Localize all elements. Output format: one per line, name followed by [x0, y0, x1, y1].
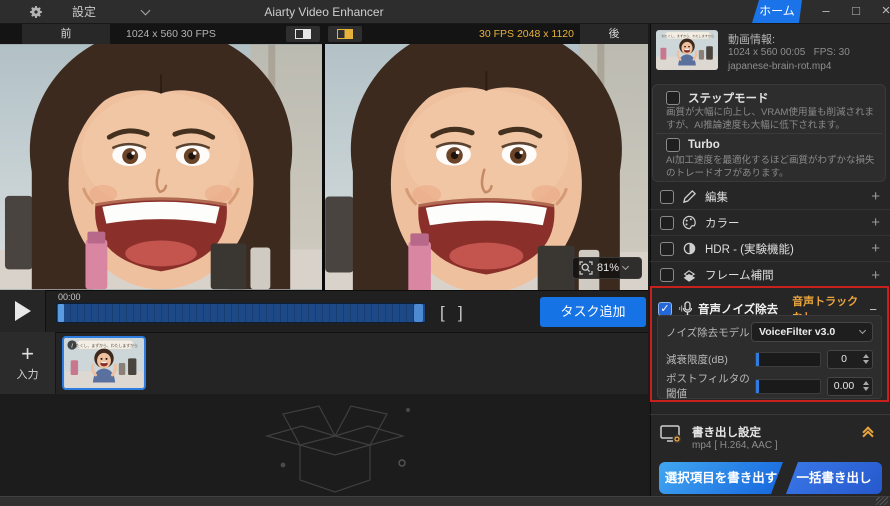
minimize-button[interactable]: – [812, 0, 840, 23]
section-frame-interp[interactable]: フレーム補間 + [650, 262, 890, 288]
section-color[interactable]: カラー + [650, 210, 890, 236]
color-checkbox[interactable] [660, 215, 674, 230]
step-mode-checkbox[interactable] [666, 91, 680, 105]
plus-icon: + [21, 341, 34, 366]
sidebyside-view-icon [337, 29, 353, 39]
denoise-model-row: ノイズ除去モデル VoiceFilter v3.0 [666, 322, 873, 342]
spinner-arrows[interactable] [860, 381, 872, 391]
palette-icon [682, 215, 696, 230]
export-format: mp4 [ H.264, AAC ] [692, 440, 778, 451]
add-input-label: 入力 [16, 369, 39, 381]
attenuation-spinner[interactable]: 0 [827, 349, 873, 369]
panel-divider [650, 414, 890, 415]
export-selected-button[interactable]: 選択項目を書き出す [659, 462, 783, 494]
expand-icon[interactable]: + [871, 188, 880, 205]
timeline-time: 00:00 [58, 292, 81, 302]
arrow-down-icon[interactable] [863, 387, 869, 391]
audio-denoise-section: ✓ 音声ノイズ除去 音声トラックなし − ノイズ除去モデル VoiceFilte… [650, 286, 889, 402]
denoise-model-value: VoiceFilter v3.0 [759, 326, 836, 338]
arrow-up-icon[interactable] [863, 354, 869, 358]
empty-box-icon [264, 405, 410, 493]
chevron-down-icon [621, 262, 630, 271]
turbo-row: Turbo [666, 138, 720, 152]
step-mode-label: ステップモード [688, 93, 769, 105]
app-window: 設定 Aiarty Video Enhancer ホーム – □ × 前 102… [0, 0, 890, 506]
attenuation-slider[interactable] [755, 351, 821, 367]
input-clip-thumbnail[interactable]: わたくし、まずから、わたしますから i [62, 336, 146, 390]
section-edit[interactable]: 編集 + [650, 184, 890, 210]
preview-after-image [325, 44, 648, 290]
close-button[interactable]: × [872, 0, 890, 23]
expand-icon[interactable]: + [871, 240, 880, 257]
export-settings-icon[interactable] [660, 424, 684, 446]
attenuation-value: 0 [841, 353, 847, 365]
split-view-toggle[interactable] [286, 26, 320, 42]
magnifier-icon [579, 261, 593, 275]
collapse-up-icon[interactable] [862, 426, 874, 442]
svg-text:わたくし、まずから、わたしますから: わたくし、まずから、わたしますから [72, 343, 138, 348]
chevron-down-icon [858, 326, 867, 335]
threshold-slider[interactable] [755, 378, 821, 394]
hdr-checkbox[interactable] [660, 241, 674, 256]
arrow-up-icon[interactable] [863, 381, 869, 385]
export-all-button[interactable]: 一括書き出し [786, 462, 882, 494]
attenuation-row: 減衰限度(dB) 0 [666, 349, 873, 369]
resize-grip[interactable] [876, 497, 888, 505]
zoom-level: 81% [597, 262, 620, 274]
edit-icon [682, 189, 697, 204]
frame-interp-checkbox[interactable] [660, 268, 674, 282]
timeline-end-handle[interactable] [414, 304, 423, 322]
video-info-filename: japanese-brain-rot.mp4 [728, 61, 832, 72]
timeline-track[interactable] [56, 303, 426, 323]
home-button[interactable]: ホーム [752, 0, 802, 23]
sidebyside-view-toggle[interactable] [328, 26, 362, 42]
section-hdr[interactable]: HDR - (実験機能) + [650, 236, 890, 262]
step-mode-desc: 画質が大幅に向上し、VRAM使用量も削減されますが、AI推論速度も大幅に低下され… [666, 107, 874, 131]
turbo-desc: AI加工速度を最適化するほど画質がわずかな損失のトレードオフがあります。 [666, 155, 875, 179]
after-resolution: 30 FPS 2048 x 1120 [479, 28, 574, 40]
horizontal-scrollbar[interactable] [0, 496, 890, 506]
threshold-spinner[interactable]: 0.00 [827, 376, 873, 396]
zoom-control[interactable]: 81% [572, 257, 642, 279]
audio-denoise-card: ノイズ除去モデル VoiceFilter v3.0 減衰限度(dB) 0 ポスト… [657, 315, 882, 400]
threshold-value: 0.00 [833, 380, 855, 392]
video-info-title: 動画情報: [728, 34, 776, 46]
step-mode-row: ステップモード [666, 90, 769, 106]
video-info-dimensions: 1024 x 560 00:05 FPS: 30 [728, 47, 850, 58]
audio-denoise-checkbox[interactable]: ✓ [658, 302, 672, 316]
threshold-label: ポストフィルタの閾値 [666, 373, 750, 400]
play-icon [14, 301, 31, 321]
play-button[interactable] [0, 290, 46, 332]
spinner-arrows[interactable] [860, 354, 872, 364]
before-tab[interactable]: 前 [22, 24, 110, 44]
expand-icon[interactable]: + [871, 267, 880, 284]
turbo-label: Turbo [688, 139, 720, 151]
split-view-icon [295, 29, 311, 39]
trim-start-bracket[interactable]: [ [440, 300, 445, 326]
turbo-checkbox[interactable] [666, 138, 680, 152]
hdr-eye-icon [683, 242, 696, 255]
task-list-empty-area [0, 394, 648, 496]
frames-icon [683, 269, 696, 282]
before-resolution: 1024 x 560 30 FPS [126, 28, 216, 40]
maximize-button[interactable]: □ [842, 0, 870, 23]
video-info-thumbnail: わたくし、まずから、わたしますから [656, 30, 718, 70]
timeline-playhead[interactable] [58, 304, 64, 322]
card-divider [656, 133, 882, 134]
denoise-model-label: ノイズ除去モデル [666, 326, 750, 339]
trim-end-bracket[interactable]: ] [458, 300, 463, 326]
add-task-button[interactable]: タスク追加 [540, 297, 646, 327]
export-settings-title[interactable]: 書き出し設定 [692, 424, 761, 440]
arrow-down-icon[interactable] [863, 360, 869, 364]
app-title: Aiarty Video Enhancer [264, 5, 384, 19]
threshold-row: ポストフィルタの閾値 0.00 [666, 373, 873, 400]
add-input-button[interactable]: + 入力 [0, 332, 56, 394]
denoise-model-dropdown[interactable]: VoiceFilter v3.0 [751, 322, 873, 342]
after-tab[interactable]: 後 [580, 24, 648, 44]
edit-checkbox[interactable] [660, 189, 674, 204]
preview-before-image [0, 44, 322, 290]
svg-text:わたくし、まずから、わたしますから: わたくし、まずから、わたしますから [661, 33, 714, 38]
attenuation-label: 減衰限度(dB) [666, 353, 728, 366]
expand-icon[interactable]: + [871, 214, 880, 231]
